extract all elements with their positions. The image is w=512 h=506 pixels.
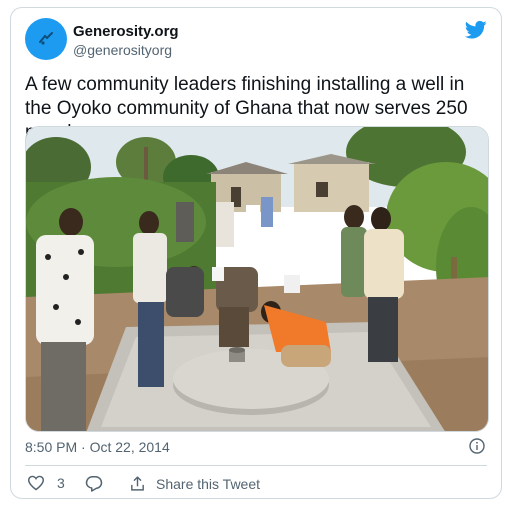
author-handle[interactable]: @generosityorg xyxy=(73,42,172,58)
divider xyxy=(25,465,487,466)
like-count: 3 xyxy=(57,475,65,491)
twitter-bird-icon[interactable] xyxy=(465,20,487,40)
author-avatar[interactable] xyxy=(25,18,67,60)
reply-button[interactable] xyxy=(85,475,103,492)
tweet-photo[interactable] xyxy=(25,126,489,432)
like-button[interactable]: 3 xyxy=(27,475,65,491)
share-label: Share this Tweet xyxy=(156,475,261,492)
author-name[interactable]: Generosity.org xyxy=(73,23,179,40)
share-icon xyxy=(131,476,144,491)
info-icon[interactable] xyxy=(469,438,485,454)
tweet-card[interactable]: Generosity.org @generosityorg A few comm… xyxy=(10,7,502,499)
well-installation-photo xyxy=(26,127,488,431)
heart-icon xyxy=(27,475,45,491)
share-button[interactable]: Share this Tweet xyxy=(129,475,260,492)
reply-icon xyxy=(85,476,103,492)
tweet-timestamp[interactable]: 8:50 PM · Oct 22, 2014 xyxy=(25,439,170,455)
generosity-logo-icon xyxy=(39,32,53,45)
